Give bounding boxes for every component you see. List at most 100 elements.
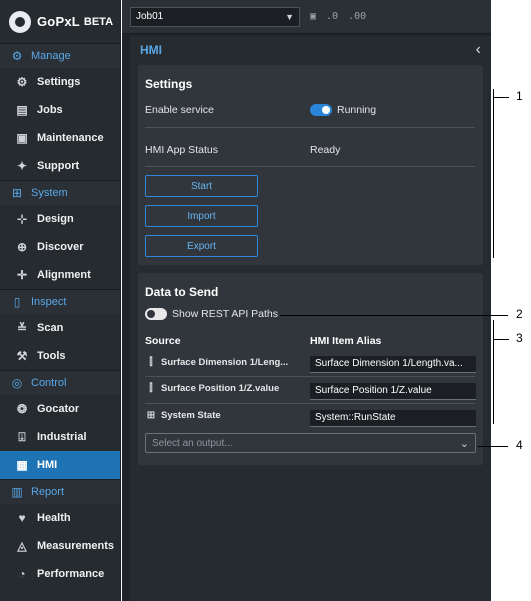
callout-number-1: 1 (516, 89, 523, 103)
section-control: ◎ Control (0, 371, 120, 395)
start-button[interactable]: Start (145, 175, 258, 197)
callout-leader-1 (493, 97, 509, 98)
callout-bracket-3 (493, 320, 494, 424)
sidebar-item-label: Health (37, 512, 71, 524)
tools-icon: ⚒ (16, 349, 28, 363)
section-label: Report (31, 486, 65, 498)
hmi-panel: HMI ‹ Settings Enable service Running HM… (130, 36, 491, 601)
job-select[interactable]: Job01 ▼ (130, 6, 300, 27)
status-label: HMI App Status (145, 144, 218, 156)
sidebar-item-label: Performance (37, 568, 105, 580)
sidebar-item-label: Discover (37, 241, 84, 253)
show-paths-toggle[interactable] (145, 308, 167, 320)
sidebar-item-label: Support (37, 160, 80, 172)
chevron-down-icon: ⌄ (459, 437, 469, 450)
enable-service-state: Running (337, 104, 377, 116)
sidebar-item-discover[interactable]: ⊕ Discover (0, 233, 120, 261)
callout-number-3: 3 (516, 331, 523, 345)
divider (145, 127, 475, 128)
increase-decimals-button[interactable]: .00 (348, 11, 366, 22)
sidebar-item-label: Gocator (37, 403, 80, 415)
control-icon: ◎ (11, 376, 23, 390)
data-to-send-card: Data to Send Show REST API Paths Source … (138, 273, 483, 465)
sidebar-item-label: Scan (37, 322, 64, 334)
toolbar: Job01 ▼ ▣ .0 .00 (122, 0, 491, 34)
save-icon[interactable]: ▣ (310, 11, 316, 22)
chevron-left-icon[interactable]: ‹ (476, 41, 481, 59)
sidebar-item-label: Design (37, 213, 74, 225)
alias-input[interactable]: Surface Dimension 1/Length.va... (310, 356, 476, 373)
sidebar: GoPxL BETA ⚙ Manage ⚙ Settings ▤ Jobs ▣ Main… (0, 0, 121, 601)
enable-service-label: Enable service (145, 104, 214, 116)
section-label: Manage (31, 50, 71, 62)
scan-icon: ≚ (16, 321, 28, 335)
alias-input[interactable]: System::RunState (310, 410, 476, 427)
brand-name: GoPxL (37, 14, 80, 29)
inspect-icon: ▯ (13, 295, 21, 309)
measurement-tool-icon: ⫿ (149, 357, 153, 368)
settings-card: Settings Enable service Running HMI App … (138, 65, 483, 265)
callout-number-4: 4 (516, 438, 523, 452)
support-icon: ✦ (16, 159, 28, 173)
export-button[interactable]: Export (145, 235, 258, 257)
sidebar-item-gocator[interactable]: ❂ Gocator (0, 395, 120, 423)
alias-input[interactable]: Surface Position 1/Z.value (310, 383, 476, 400)
enable-service-toggle[interactable]: Running (310, 104, 376, 116)
measurements-icon: ◬ (17, 539, 27, 553)
section-manage: ⚙ Manage (0, 44, 120, 68)
divider (145, 376, 475, 377)
sidebar-item-design[interactable]: ⊹ Design (0, 205, 120, 233)
brand-badge: BETA (83, 15, 114, 28)
sidebar-item-support[interactable]: ✦ Support (0, 152, 120, 180)
sidebar-item-performance[interactable]: ◔ Performance (0, 560, 120, 588)
table-row-source: ⫿ Surface Position 1/Z.value (145, 383, 279, 394)
sidebar-item-jobs[interactable]: ▤ Jobs (0, 96, 120, 124)
sidebar-item-measurements[interactable]: ◬ Measurements (0, 532, 120, 560)
data-to-send-title: Data to Send (145, 285, 219, 299)
margin-area (491, 0, 531, 601)
status-row: HMI App Status Ready (145, 144, 475, 156)
table-row-source: ⊞ System State (145, 410, 221, 421)
section-inspect: ▯ Inspect (0, 290, 120, 314)
heart-icon: ♥ (18, 511, 26, 525)
section-system: ⊞ System (0, 181, 120, 205)
divider (145, 166, 475, 167)
output-select-placeholder: Select an output... (152, 437, 233, 449)
sidebar-item-label: Tools (37, 350, 66, 362)
show-paths-label: Show REST API Paths (172, 308, 279, 320)
settings-title: Settings (145, 77, 193, 91)
enable-service-row: Enable service Running (145, 104, 475, 116)
gears-icon: ⚙ (11, 49, 23, 63)
sidebar-item-alignment[interactable]: ✛ Alignment (0, 261, 120, 289)
import-button[interactable]: Import (145, 205, 258, 227)
callout-number-2: 2 (516, 307, 523, 321)
sidebar-item-industrial[interactable]: ⍗ Industrial (0, 423, 120, 451)
column-header-alias: HMI Item Alias (310, 335, 382, 347)
decrease-decimals-button[interactable]: .0 (326, 11, 338, 22)
sidebar-item-scan[interactable]: ≚ Scan (0, 314, 120, 342)
toggle-switch[interactable] (310, 104, 332, 116)
panel-header: HMI ‹ (130, 36, 491, 64)
document-icon: ▤ (16, 103, 28, 117)
source-label: Surface Dimension 1/Leng... (161, 357, 289, 368)
show-paths-row: Show REST API Paths (145, 308, 475, 320)
brand: GoPxL BETA (0, 0, 120, 44)
job-select-value: Job01 (136, 11, 164, 22)
section-label: System (31, 187, 68, 199)
table-row-source: ⫿ Surface Dimension 1/Leng... (145, 357, 288, 368)
sidebar-item-settings[interactable]: ⚙ Settings (0, 68, 120, 96)
sidebar-item-health[interactable]: ♥ Health (0, 504, 120, 532)
sidebar-item-tools[interactable]: ⚒ Tools (0, 342, 120, 370)
sidebar-item-maintenance[interactable]: ▣ Maintenance (0, 124, 120, 152)
chevron-down-icon: ▼ (285, 11, 294, 22)
sidebar-item-label: Industrial (37, 431, 87, 443)
gocator-icon: ❂ (16, 402, 28, 416)
sidebar-item-label: Settings (37, 76, 81, 88)
output-select[interactable]: Select an output... ⌄ (145, 433, 476, 453)
source-label: System State (161, 410, 221, 421)
report-icon: ▥ (11, 485, 23, 499)
hmi-icon: ▦ (16, 458, 28, 472)
sidebar-item-hmi[interactable]: ▦ HMI (0, 451, 120, 479)
divider (145, 403, 475, 404)
sidebar-item-label: HMI (37, 459, 58, 471)
